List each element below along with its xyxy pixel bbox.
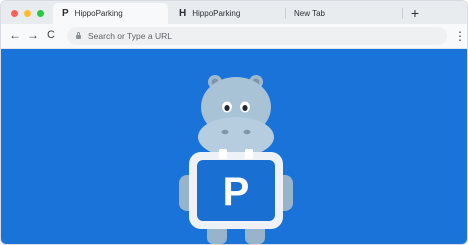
close-window-button[interactable] [11,10,18,17]
hippo-right-pupil [242,105,248,111]
url-input[interactable] [88,31,418,41]
maximize-window-button[interactable] [37,10,44,17]
hippo-left-pupil [224,105,230,111]
back-button[interactable]: ← [8,28,22,42]
menu-kebab-button[interactable]: ⋮ [454,28,466,44]
tab-new-tab[interactable]: New Tab [294,3,394,24]
tab-hippoparking-active[interactable]: P HippoParking [53,3,168,24]
forward-button[interactable]: → [26,28,40,42]
tab-title: New Tab [294,9,325,18]
tab-divider [285,8,286,19]
page-content: P [1,49,467,244]
tab-title: HippoParking [192,9,241,18]
minimize-window-button[interactable] [24,10,31,17]
lock-icon [76,32,81,39]
tab-favicon-icon: P [62,8,69,19]
tab-divider [402,8,403,19]
parking-sign-letter: P [223,170,250,214]
hippo-left-tooth [219,149,227,159]
tab-hippoparking[interactable]: H HippoParking [179,3,279,24]
tab-title: HippoParking [74,9,123,18]
hippo-left-nostril [221,129,229,135]
hippo-mascot-illustration: P [179,75,293,244]
tab-bar: P HippoParking H HippoParking New Tab + [1,1,467,24]
tab-favicon-icon: H [179,8,187,19]
hippo-right-nostril [243,129,251,135]
browser-window: P HippoParking H HippoParking New Tab + … [0,0,468,245]
address-bar[interactable] [67,27,447,45]
new-tab-button[interactable]: + [407,5,423,21]
browser-toolbar: ← → C ⋮ [1,24,467,49]
reload-button[interactable]: C [44,28,58,42]
hippo-snout [198,117,274,157]
hippo-right-tooth [245,149,253,159]
